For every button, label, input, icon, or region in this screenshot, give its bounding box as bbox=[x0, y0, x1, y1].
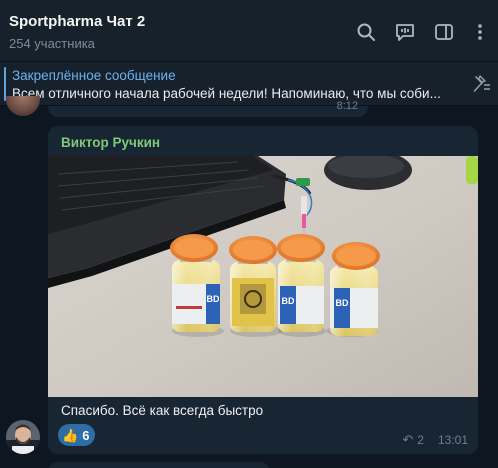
message-photo[interactable]: BD BD BD bbox=[48, 156, 478, 397]
sidebar-panel-icon[interactable] bbox=[433, 21, 455, 43]
previous-message-bubble[interactable]: 8:12 bbox=[48, 100, 368, 117]
vial-4: BD bbox=[326, 242, 380, 337]
sender-name[interactable]: Виктор Ручкин bbox=[61, 135, 160, 150]
unpin-icon[interactable] bbox=[470, 74, 492, 94]
photo-image: BD BD BD bbox=[48, 156, 478, 397]
sender-avatar[interactable] bbox=[6, 420, 40, 454]
chat-topics-icon[interactable] bbox=[394, 21, 416, 43]
vial-2 bbox=[229, 236, 282, 337]
message-text: Спасибо. Всё как всегда быстро bbox=[61, 403, 264, 418]
vial-1-label: BD bbox=[207, 294, 220, 304]
message-bubble[interactable]: Виктор Ручкин BD BD BD Спасибо. Всё как … bbox=[48, 126, 478, 454]
vial-3-label: BD bbox=[282, 296, 295, 306]
search-icon[interactable] bbox=[355, 21, 377, 43]
message-time: 13:01 bbox=[437, 433, 468, 447]
pinned-message-bar[interactable]: Закреплённое сообщение Всем отличного на… bbox=[0, 62, 498, 106]
pinned-text: Всем отличного начала рабочей недели! На… bbox=[12, 86, 441, 101]
reply-arrow-icon[interactable]: ↶ bbox=[402, 432, 413, 448]
thumbs-up-icon: 👍 bbox=[62, 427, 79, 443]
previous-sender-avatar[interactable] bbox=[6, 96, 40, 116]
vial-3: BD bbox=[277, 234, 326, 337]
message-meta: ↶ 2 13:01 bbox=[402, 432, 468, 448]
chat-header[interactable]: Sportpharma Чат 2 254 участника bbox=[0, 0, 498, 62]
pinned-title: Закреплённое сообщение bbox=[12, 68, 176, 83]
chat-title[interactable]: Sportpharma Чат 2 bbox=[9, 13, 145, 30]
reply-count[interactable]: 2 bbox=[417, 433, 424, 447]
more-vertical-icon[interactable] bbox=[469, 21, 491, 43]
member-count: 254 участника bbox=[9, 36, 95, 51]
next-message-bubble[interactable] bbox=[48, 462, 270, 468]
reaction-count: 6 bbox=[82, 427, 90, 443]
reaction-like[interactable]: 👍 6 bbox=[58, 424, 96, 446]
vial-1: BD bbox=[170, 234, 224, 337]
previous-message-time: 8:12 bbox=[336, 100, 358, 112]
vial-4-label: BD bbox=[336, 298, 349, 308]
